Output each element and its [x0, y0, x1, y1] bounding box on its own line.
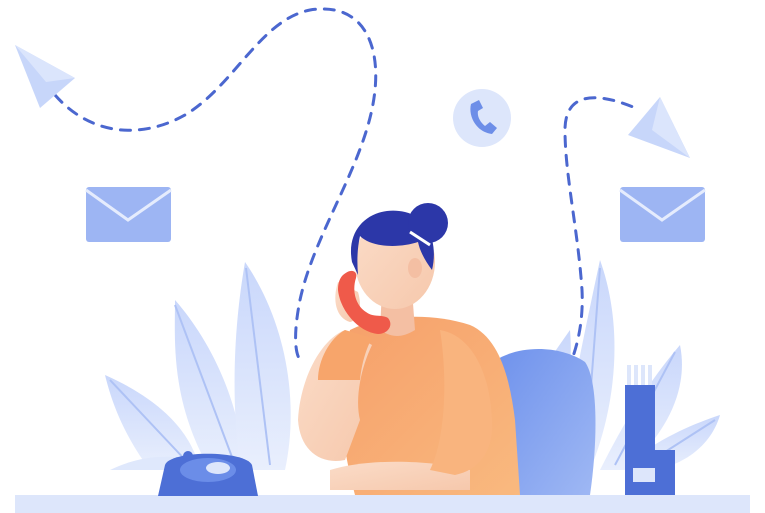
illustration-stage — [0, 0, 765, 513]
desk — [15, 495, 750, 513]
leaves-left — [105, 262, 291, 470]
mail-icon — [85, 187, 172, 242]
paper-plane-icon — [628, 97, 690, 158]
paper-plane-icon — [15, 45, 75, 108]
support-illustration — [15, 7, 750, 513]
mail-icon — [619, 187, 706, 242]
phone-icon — [453, 89, 511, 147]
support-agent — [298, 203, 520, 495]
